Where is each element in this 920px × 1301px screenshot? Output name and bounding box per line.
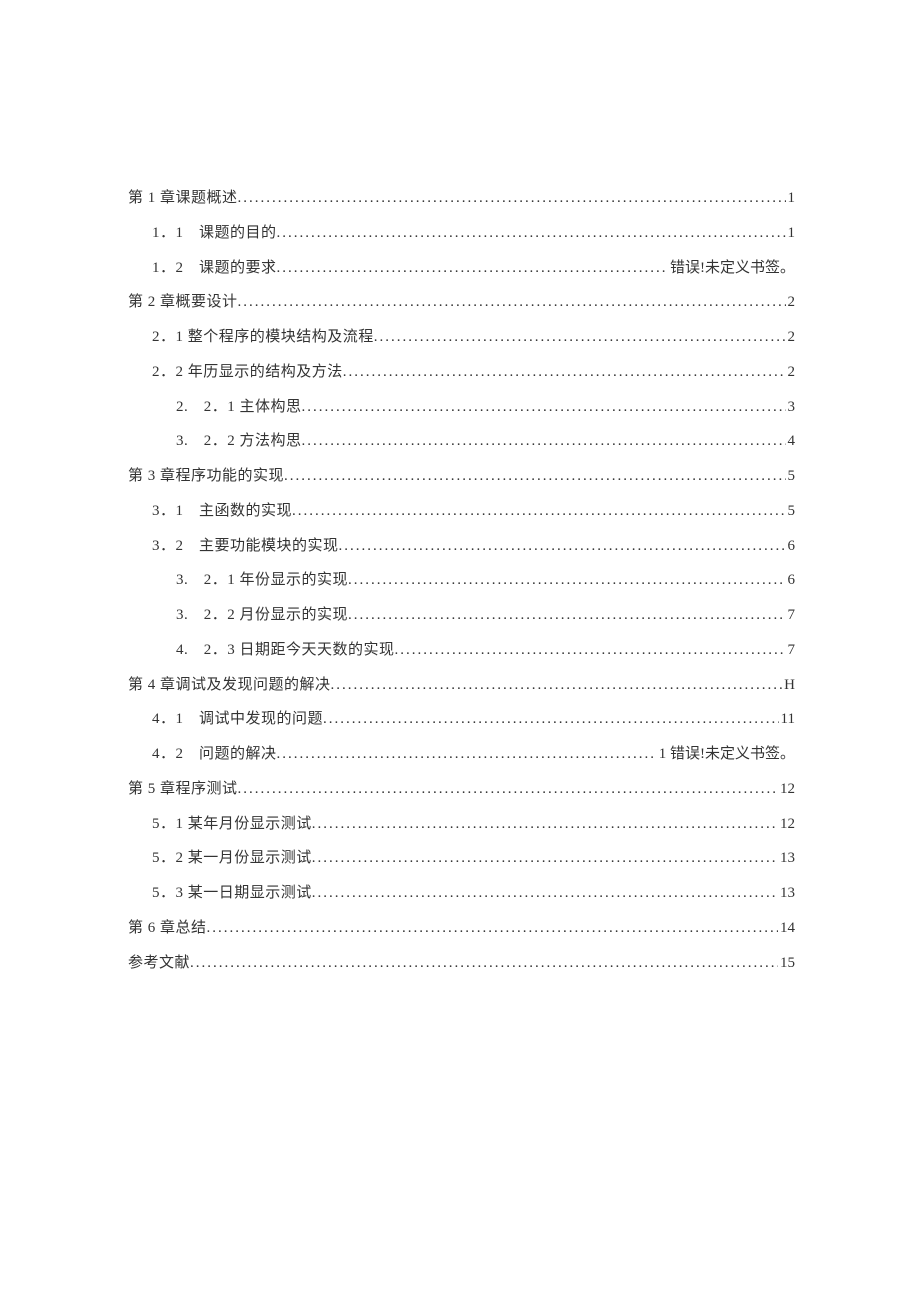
toc-entry-page: 1 错误!未定义书签。 (657, 744, 795, 764)
toc-entry-page: 13 (778, 848, 795, 868)
toc-leader-dots (190, 953, 778, 973)
toc-leader-dots (323, 709, 779, 729)
toc-leader-dots (302, 431, 786, 451)
toc-entry: 2．1 整个程序的模块结构及流程 2 (128, 327, 795, 347)
toc-entry: 2. 2．1 主体构思 3 (128, 397, 795, 417)
toc-entry: 3. 2．1 年份显示的实现 6 (128, 570, 795, 590)
toc-leader-dots (207, 918, 778, 938)
toc-leader-dots (374, 327, 786, 347)
toc-entry-page: 14 (778, 918, 795, 938)
toc-entry: 4．2 问题的解决 1 错误!未定义书签。 (128, 744, 795, 764)
toc-leader-dots (284, 466, 785, 486)
toc-leader-dots (302, 397, 786, 417)
toc-leader-dots (238, 292, 786, 312)
toc-entry-page: 15 (778, 953, 795, 973)
toc-leader-dots (312, 848, 778, 868)
toc-entry-page: 7 (786, 605, 796, 625)
toc-entry: 第 3 章程序功能的实现 5 (128, 466, 795, 486)
table-of-contents: 第 1 章课题概述11．1 课题的目的11．2 课题的要求错误!未定义书签。第 … (128, 188, 795, 973)
toc-entry-page: 7 (786, 640, 796, 660)
toc-leader-dots (339, 536, 786, 556)
toc-leader-dots (343, 362, 786, 382)
toc-entry-label: 第 6 章总结 (128, 918, 207, 938)
toc-entry-label: 第 1 章课题概述 (128, 188, 238, 208)
toc-entry-page: 13 (778, 883, 795, 903)
toc-entry-page: 2 (786, 292, 796, 312)
toc-entry: 5．2 某一月份显示测试 13 (128, 848, 795, 868)
toc-leader-dots (277, 223, 786, 243)
toc-entry-label: 第 2 章概要设计 (128, 292, 238, 312)
toc-entry-label: 2. 2．1 主体构思 (176, 397, 302, 417)
toc-entry: 4. 2．3 日期距今天天数的实现 7 (128, 640, 795, 660)
toc-leader-dots (277, 744, 657, 764)
toc-entry-label: 4．1 调试中发现的问题 (152, 709, 323, 729)
toc-entry-label: 第 4 章调试及发现问题的解决 (128, 675, 331, 695)
toc-entry-page: 2 (786, 362, 796, 382)
toc-entry-page: 错误!未定义书签。 (668, 258, 795, 278)
toc-entry: 3. 2．2 月份显示的实现 7 (128, 605, 795, 625)
toc-entry-page: 2 (786, 327, 796, 347)
toc-entry-page: 1 (786, 188, 796, 208)
toc-leader-dots (292, 501, 785, 521)
toc-entry-label: 4. 2．3 日期距今天天数的实现 (176, 640, 395, 660)
toc-entry-label: 参考文献 (128, 953, 190, 973)
toc-entry-label: 5．3 某一日期显示测试 (152, 883, 312, 903)
toc-leader-dots (395, 640, 786, 660)
toc-entry: 5．1 某年月份显示测试 12 (128, 814, 795, 834)
toc-entry-page: 12 (778, 779, 795, 799)
toc-entry-label: 第 5 章程序测试 (128, 779, 238, 799)
toc-entry-label: 2．1 整个程序的模块结构及流程 (152, 327, 374, 347)
toc-entry-label: 3．1 主函数的实现 (152, 501, 292, 521)
toc-entry-page: H (782, 675, 795, 695)
toc-leader-dots (238, 779, 778, 799)
toc-entry-label: 1．2 课题的要求 (152, 258, 277, 278)
toc-entry: 3．1 主函数的实现 5 (128, 501, 795, 521)
toc-leader-dots (348, 605, 785, 625)
toc-entry-page: 12 (778, 814, 795, 834)
toc-entry-page: 1 (786, 223, 796, 243)
toc-entry: 第 6 章总结 14 (128, 918, 795, 938)
toc-entry-page: 6 (786, 536, 796, 556)
toc-entry-page: 5 (786, 501, 796, 521)
toc-entry: 参考文献 15 (128, 953, 795, 973)
toc-leader-dots (331, 675, 783, 695)
toc-entry-label: 第 3 章程序功能的实现 (128, 466, 284, 486)
toc-entry-label: 3. 2．2 方法构思 (176, 431, 302, 451)
toc-entry: 3．2 主要功能模块的实现 6 (128, 536, 795, 556)
toc-entry: 1．1 课题的目的 1 (128, 223, 795, 243)
toc-entry: 5．3 某一日期显示测试 13 (128, 883, 795, 903)
toc-entry: 第 2 章概要设计 2 (128, 292, 795, 312)
toc-leader-dots (277, 258, 668, 278)
toc-entry: 第 4 章调试及发现问题的解决 H (128, 675, 795, 695)
toc-entry: 第 1 章课题概述 1 (128, 188, 795, 208)
toc-entry: 3. 2．2 方法构思 4 (128, 431, 795, 451)
toc-entry-label: 3. 2．2 月份显示的实现 (176, 605, 348, 625)
toc-entry: 4．1 调试中发现的问题 11 (128, 709, 795, 729)
toc-entry-label: 4．2 问题的解决 (152, 744, 277, 764)
toc-entry-page: 4 (786, 431, 796, 451)
toc-entry: 2．2 年历显示的结构及方法 2 (128, 362, 795, 382)
toc-leader-dots (312, 814, 778, 834)
toc-entry-page: 11 (779, 709, 795, 729)
toc-leader-dots (238, 188, 786, 208)
toc-entry: 第 5 章程序测试 12 (128, 779, 795, 799)
toc-entry-label: 5．2 某一月份显示测试 (152, 848, 312, 868)
toc-entry-label: 2．2 年历显示的结构及方法 (152, 362, 343, 382)
toc-leader-dots (348, 570, 785, 590)
toc-entry-label: 1．1 课题的目的 (152, 223, 277, 243)
toc-entry-page: 3 (786, 397, 796, 417)
toc-entry-label: 5．1 某年月份显示测试 (152, 814, 312, 834)
toc-entry-label: 3. 2．1 年份显示的实现 (176, 570, 348, 590)
toc-entry-label: 3．2 主要功能模块的实现 (152, 536, 339, 556)
toc-entry-page: 5 (786, 466, 796, 486)
toc-entry-page: 6 (786, 570, 796, 590)
toc-leader-dots (312, 883, 778, 903)
toc-entry: 1．2 课题的要求 错误!未定义书签。 (128, 258, 795, 278)
